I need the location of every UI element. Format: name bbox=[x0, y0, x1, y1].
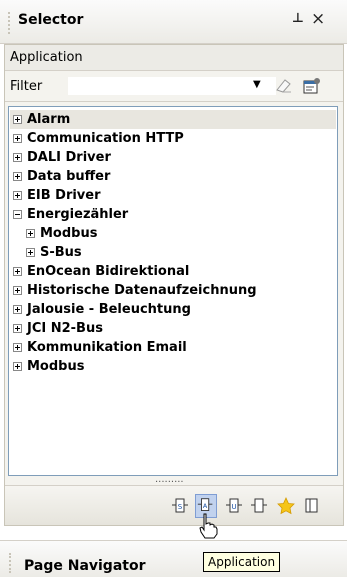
selector-pane-header: Selector ⊥ × bbox=[0, 0, 347, 44]
tree-item[interactable]: Alarm bbox=[10, 110, 336, 129]
expand-icon[interactable] bbox=[13, 191, 22, 200]
tree-item-label: EIB Driver bbox=[27, 188, 101, 203]
empty-block-icon bbox=[251, 498, 267, 513]
expand-icon[interactable] bbox=[26, 229, 35, 238]
expand-icon[interactable] bbox=[13, 172, 22, 181]
tree-item[interactable]: Energiezähler bbox=[13, 205, 128, 224]
tree-item-label: Kommunikation Email bbox=[27, 340, 187, 355]
tree-item[interactable]: S-Bus bbox=[26, 243, 82, 262]
toolbar-button-s[interactable]: S bbox=[169, 494, 191, 518]
tree-item-label: Alarm bbox=[27, 112, 71, 127]
toolbar-button-panel[interactable] bbox=[301, 494, 323, 518]
svg-text:U: U bbox=[231, 503, 236, 511]
eraser-icon[interactable] bbox=[273, 75, 295, 95]
filter-input[interactable] bbox=[67, 76, 277, 96]
collapse-icon[interactable] bbox=[13, 210, 22, 219]
tree-item-label: Modbus bbox=[27, 359, 85, 374]
application-tree[interactable]: Alarm Communication HTTP DALI Driver Dat… bbox=[8, 106, 338, 476]
tree-item-label: Jalousie - Beleuchtung bbox=[27, 302, 191, 317]
drag-grip[interactable] bbox=[9, 553, 12, 573]
expand-icon[interactable] bbox=[13, 343, 22, 352]
expand-icon[interactable] bbox=[13, 134, 22, 143]
tree-item-label: S-Bus bbox=[40, 245, 82, 260]
s-block-icon: S bbox=[172, 498, 188, 513]
expand-icon[interactable] bbox=[13, 286, 22, 295]
page-navigator-title[interactable]: Page Navigator bbox=[24, 558, 146, 574]
hand-cursor-icon bbox=[199, 513, 218, 539]
selector-toolbar: S A U bbox=[5, 485, 343, 525]
svg-text:S: S bbox=[178, 503, 183, 511]
tooltip: Application bbox=[203, 552, 281, 572]
tree-item[interactable]: JCI N2-Bus bbox=[13, 319, 103, 338]
chevron-down-icon[interactable]: ▼ bbox=[253, 79, 261, 90]
star-icon bbox=[277, 497, 295, 515]
tree-item-label: EnOcean Bidirektional bbox=[27, 264, 190, 279]
tree-item-label: Modbus bbox=[40, 226, 98, 241]
tree-item[interactable]: Data buffer bbox=[13, 167, 110, 186]
tree-item-label: Communication HTTP bbox=[27, 131, 184, 146]
tree-item-label: DALI Driver bbox=[27, 150, 111, 165]
tree-item-label: JCI N2-Bus bbox=[27, 321, 103, 336]
toolbar-button-empty[interactable] bbox=[248, 494, 270, 518]
expand-icon[interactable] bbox=[13, 267, 22, 276]
tree-item[interactable]: Modbus bbox=[26, 224, 97, 243]
tree-item-label: Historische Datenaufzeichnung bbox=[27, 283, 257, 298]
panel-icon bbox=[305, 498, 318, 513]
expand-icon[interactable] bbox=[26, 248, 35, 257]
u-block-icon: U bbox=[226, 498, 242, 513]
tree-item-label: Energiezähler bbox=[27, 207, 129, 222]
tree-item[interactable]: Historische Datenaufzeichnung bbox=[13, 281, 257, 300]
filter-label: Filter bbox=[10, 79, 43, 94]
pin-icon[interactable]: ⊥ bbox=[292, 11, 304, 26]
expand-icon[interactable] bbox=[13, 305, 22, 314]
toolbar-button-u[interactable]: U bbox=[223, 494, 245, 518]
tree-item[interactable]: EnOcean Bidirektional bbox=[13, 262, 189, 281]
expand-icon[interactable] bbox=[13, 362, 22, 371]
selector-panel: Application Filter ▼ Alarm Communication… bbox=[4, 44, 344, 526]
tree-item[interactable]: DALI Driver bbox=[13, 148, 111, 167]
filter-row: Filter ▼ bbox=[5, 72, 343, 102]
tree-item[interactable]: Kommunikation Email bbox=[13, 338, 187, 357]
section-label: Application bbox=[5, 45, 343, 71]
pane-title: Selector bbox=[18, 12, 84, 28]
tree-item[interactable]: EIB Driver bbox=[13, 186, 101, 205]
tree-item[interactable]: Jalousie - Beleuchtung bbox=[13, 300, 191, 319]
tree-item-label: Data buffer bbox=[27, 169, 111, 184]
page-navigator-pane: Page Navigator bbox=[0, 540, 347, 577]
expand-icon[interactable] bbox=[13, 115, 22, 124]
drag-grip[interactable] bbox=[8, 12, 11, 34]
toolbar-button-favorites[interactable] bbox=[275, 494, 297, 518]
tree-item[interactable]: Modbus bbox=[13, 357, 84, 376]
svg-text:A: A bbox=[203, 503, 208, 510]
expand-icon[interactable] bbox=[13, 324, 22, 333]
close-icon[interactable]: × bbox=[311, 9, 325, 29]
settings-icon[interactable] bbox=[301, 75, 323, 97]
expand-icon[interactable] bbox=[13, 153, 22, 162]
tree-item[interactable]: Communication HTTP bbox=[13, 129, 184, 148]
